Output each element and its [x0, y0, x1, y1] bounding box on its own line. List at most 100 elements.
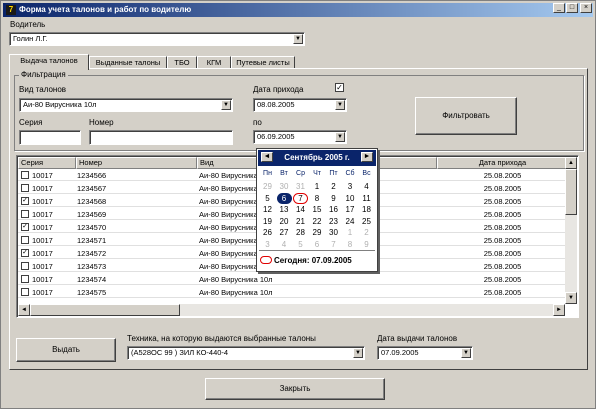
date-from-picker[interactable]: 08.08.2005 ▼ [253, 98, 347, 112]
calendar-day[interactable]: 19 [260, 216, 275, 227]
date-filter-checkbox[interactable]: ✓ [335, 83, 344, 92]
scroll-up-icon[interactable]: ▲ [565, 157, 577, 169]
table-row[interactable]: 10017 1234574 Аи-80 Вирусника 10л 25.08.200… [18, 274, 566, 285]
row-checkbox[interactable]: ✓ [21, 223, 29, 231]
calendar-day[interactable]: 13 [277, 204, 292, 215]
calendar-day[interactable]: 30 [326, 227, 341, 238]
date-to-picker[interactable]: 06.09.2005 ▼ [253, 130, 347, 144]
row-checkbox[interactable] [21, 288, 29, 296]
calendar-day[interactable]: 1 [343, 227, 358, 238]
date-to-value: 06.09.2005 [257, 132, 295, 141]
calendar-day[interactable]: 29 [260, 181, 275, 192]
calendar-weekday: Вс [362, 170, 371, 177]
calendar-day[interactable]: 27 [277, 227, 292, 238]
driver-select[interactable]: Голин Л.Г. ▼ [9, 32, 305, 46]
calendar-day[interactable]: 18 [359, 204, 374, 215]
calendar-day[interactable]: 21 [293, 216, 308, 227]
calendar-day[interactable]: 26 [260, 227, 275, 238]
row-checkbox[interactable] [21, 236, 29, 244]
calendar-day[interactable]: 10 [343, 193, 358, 204]
chevron-down-icon[interactable]: ▼ [461, 348, 471, 358]
chevron-down-icon[interactable]: ▼ [335, 132, 345, 142]
calendar-divider [259, 250, 375, 251]
calendar-day[interactable]: 25 [359, 216, 374, 227]
calendar-day[interactable]: 30 [277, 181, 292, 192]
calendar-day[interactable]: 6 [310, 239, 325, 250]
row-checkbox[interactable] [21, 210, 29, 218]
calendar-day[interactable]: 29 [310, 227, 325, 238]
calendar-day[interactable]: 12 [260, 204, 275, 215]
horizontal-scrollbar[interactable]: ◄ ► [18, 304, 565, 316]
calendar-day[interactable]: 5 [260, 193, 275, 204]
calendar-day[interactable]: 31 [293, 181, 308, 192]
maximize-button[interactable]: □ [566, 3, 578, 13]
calendar-day[interactable]: 4 [277, 239, 292, 250]
calendar-day[interactable]: 3 [343, 181, 358, 192]
window-title: Форма учета талонов и работ по водителю [19, 5, 192, 14]
calendar-day[interactable]: 9 [359, 239, 374, 250]
calendar-day[interactable]: 7 [293, 192, 308, 204]
vehicle-value: (А528ОС 99 ) ЗИЛ КО-440-4 [131, 348, 229, 357]
vehicle-select[interactable]: (А528ОС 99 ) ЗИЛ КО-440-4 ▼ [127, 346, 365, 360]
chevron-down-icon[interactable]: ▼ [335, 100, 345, 110]
calendar-day[interactable]: 20 [277, 216, 292, 227]
table-row[interactable]: 10017 1234575 Аи-80 Вирусника 10л 25.08.200… [18, 287, 566, 298]
calendar-day[interactable]: 11 [359, 193, 374, 204]
calendar-weekday: Пн [263, 170, 272, 177]
cell-number: 1234575 [77, 288, 107, 297]
number-input[interactable] [89, 130, 233, 145]
calendar-day[interactable]: 8 [310, 193, 325, 204]
calendar-day[interactable]: 7 [326, 239, 341, 250]
tab-issue-coupons[interactable]: Выдача талонов [9, 54, 89, 70]
minimize-button[interactable]: _ [553, 3, 565, 13]
calendar-day[interactable]: 15 [310, 204, 325, 215]
issue-button[interactable]: Выдать [16, 338, 116, 362]
calendar-day[interactable]: 8 [343, 239, 358, 250]
calendar-day[interactable]: 17 [343, 204, 358, 215]
calendar-day[interactable]: 23 [326, 216, 341, 227]
calendar-today-button[interactable]: Сегодня: 07.09.2005 [260, 256, 352, 265]
issue-date-picker[interactable]: 07.09.2005 ▼ [377, 346, 473, 360]
row-checkbox[interactable] [21, 262, 29, 270]
filter-button[interactable]: Фильтровать [415, 97, 517, 135]
calendar-day[interactable]: 28 [293, 227, 308, 238]
scroll-thumb[interactable] [565, 169, 577, 215]
calendar-day[interactable]: 2 [326, 181, 341, 192]
coupon-type-select[interactable]: Аи-80 Вирусника 10л ▼ [19, 98, 233, 112]
chevron-down-icon[interactable]: ▼ [353, 348, 363, 358]
vertical-scrollbar[interactable]: ▲ ▼ [565, 157, 577, 304]
series-input[interactable] [19, 130, 81, 145]
column-header-series[interactable]: Серия [18, 157, 76, 169]
column-header-number[interactable]: Номер [76, 157, 197, 169]
chevron-down-icon[interactable]: ▼ [293, 34, 303, 44]
calendar-day[interactable]: 1 [310, 181, 325, 192]
calendar-day[interactable]: 4 [359, 181, 374, 192]
calendar-day[interactable]: 22 [310, 216, 325, 227]
calendar-day[interactable]: 6 [276, 192, 292, 204]
row-checkbox[interactable]: ✓ [21, 249, 29, 257]
next-month-icon[interactable]: ► [361, 152, 373, 162]
calendar-day[interactable]: 24 [343, 216, 358, 227]
calendar-day[interactable]: 5 [293, 239, 308, 250]
scroll-left-icon[interactable]: ◄ [18, 304, 30, 316]
calendar-day[interactable]: 16 [326, 204, 341, 215]
chevron-down-icon[interactable]: ▼ [221, 100, 231, 110]
row-checkbox[interactable] [21, 171, 29, 179]
row-checkbox[interactable] [21, 184, 29, 192]
scroll-right-icon[interactable]: ► [553, 304, 565, 316]
date-to-label: по [253, 118, 262, 127]
row-checkbox[interactable]: ✓ [21, 197, 29, 205]
calendar-day[interactable]: 14 [293, 204, 308, 215]
app-window: 7 Форма учета талонов и работ по водител… [0, 0, 596, 409]
row-checkbox[interactable] [21, 275, 29, 283]
app-icon: 7 [6, 5, 16, 15]
close-window-button[interactable]: × [580, 3, 592, 13]
close-button[interactable]: Закрыть [205, 378, 385, 400]
scroll-thumb-horizontal[interactable] [30, 304, 180, 316]
calendar-day[interactable]: 2 [359, 227, 374, 238]
prev-month-icon[interactable]: ◄ [261, 152, 273, 162]
calendar-day[interactable]: 3 [260, 239, 275, 250]
column-header-arrival-date[interactable]: Дата прихода [437, 157, 566, 169]
calendar-day[interactable]: 9 [326, 193, 341, 204]
scroll-down-icon[interactable]: ▼ [565, 292, 577, 304]
